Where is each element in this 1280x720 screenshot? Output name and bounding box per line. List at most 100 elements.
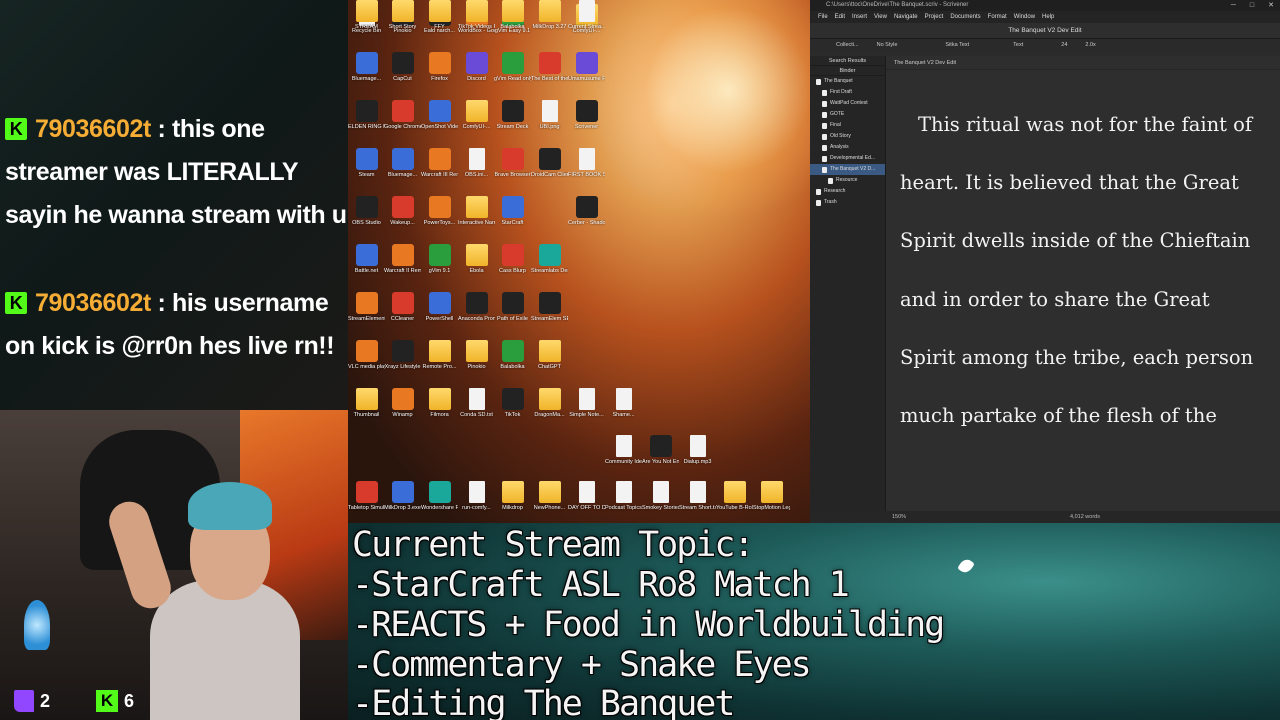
desktop-icon[interactable]: PowerShell <box>421 292 458 323</box>
desktop-icon[interactable]: Pinokio <box>458 340 495 371</box>
binder-item[interactable]: GOTE <box>810 109 885 120</box>
desktop-icon[interactable]: StopMotion Legge <box>753 481 790 512</box>
menu-item-project[interactable]: Project <box>925 11 944 23</box>
desktop-icon[interactable]: OBS.ini... <box>458 148 495 179</box>
desktop-icon[interactable]: UBI.png <box>531 100 568 131</box>
desktop-icon[interactable]: Discord <box>458 52 495 83</box>
close-icon[interactable]: ✕ <box>1268 0 1274 11</box>
font-select[interactable]: Sitka Text <box>945 39 969 51</box>
desktop-icon[interactable]: Remote Pro... <box>421 340 458 371</box>
binder-item[interactable]: The Banquet <box>810 76 885 87</box>
desktop-icon[interactable]: CCleaner <box>384 292 421 323</box>
desktop-icon[interactable]: TikTok Videos Files TikTok <box>458 0 495 31</box>
binder-item[interactable]: First Draft <box>810 87 885 98</box>
desktop-icon[interactable]: Winamp <box>384 388 421 419</box>
desktop-icon[interactable]: StreamElements <box>348 292 385 323</box>
menu-item-view[interactable]: View <box>874 11 887 23</box>
desktop-icon[interactable]: Path of Exile <box>494 292 531 323</box>
desktop-icon[interactable]: Current Strea... <box>568 0 605 31</box>
binder-item[interactable]: Old Story <box>810 131 885 142</box>
menu-item-insert[interactable]: Insert <box>852 11 867 23</box>
desktop-icon[interactable]: Tabletop Simulator <box>348 481 385 512</box>
desktop-icon[interactable]: CapCut <box>384 52 421 83</box>
desktop-icon[interactable]: gVim Read only 9.1 <box>494 52 531 83</box>
desktop-icon[interactable]: Cass Blurp <box>494 244 531 275</box>
desktop-icon[interactable]: Steam <box>348 148 385 179</box>
desktop-icon[interactable]: Umamusume Pretty Derby <box>568 52 605 83</box>
editor-pane[interactable]: The Banquet V2 Dev Edit This ritual was … <box>886 56 1280 511</box>
desktop-icon[interactable]: The Best of the Beast <box>531 52 568 83</box>
desktop-icon[interactable]: OBS Studio <box>348 196 385 227</box>
desktop-icon[interactable]: Warcraft III Remastered <box>421 148 458 179</box>
binder-item[interactable]: WattPad Contest <box>810 98 885 109</box>
desktop-icon[interactable]: PowerToys... <box>421 196 458 227</box>
desktop-icon[interactable]: Streamlabs Desktop <box>531 244 568 275</box>
desktop-icon[interactable]: Are You Not Entertaine... <box>642 435 679 466</box>
menu-item-format[interactable]: Format <box>988 11 1007 23</box>
desktop-icon[interactable]: FFY <box>421 0 458 31</box>
desktop-icon[interactable]: Smokey Stories.txt <box>642 481 679 512</box>
binder-header[interactable]: Binder <box>810 66 885 76</box>
desktop-icon[interactable]: Bluemage... <box>384 148 421 179</box>
menu-item-help[interactable]: Help <box>1042 11 1054 23</box>
desktop-icon[interactable]: ELDEN RING NIGHTREIGN <box>348 100 385 131</box>
search-results-tab[interactable]: Search Results <box>810 56 885 66</box>
zoom-level[interactable]: 150% <box>892 511 906 523</box>
desktop-icon[interactable]: DAY OFF TO DO LIST.txt <box>568 481 605 512</box>
desktop-icon[interactable]: Warcraft II Remastered <box>384 244 421 275</box>
desktop-icon[interactable]: StarCraft <box>494 196 531 227</box>
desktop-icon[interactable]: MilkDrop 3.27 <box>531 0 568 31</box>
desktop-icon[interactable]: Scrivener <box>568 100 605 131</box>
manuscript-text[interactable]: This ritual was not for the faint of hea… <box>900 96 1270 445</box>
desktop-icon[interactable]: gVim 9.1 <box>421 244 458 275</box>
minimize-icon[interactable]: ─ <box>1231 0 1236 11</box>
menu-item-navigate[interactable]: Navigate <box>894 11 918 23</box>
maximize-icon[interactable]: □ <box>1250 0 1254 11</box>
desktop-icon[interactable]: Anaconda Prompt (2) <box>458 292 495 323</box>
desktop-icon[interactable]: Brave Browser <box>494 148 531 179</box>
desktop-icon[interactable]: Stream Short.txt <box>679 481 716 512</box>
desktop-icon[interactable]: Podcast Topics.txt <box>605 481 642 512</box>
breadcrumb[interactable]: The Banquet V2 Dev Edit <box>886 56 1280 70</box>
desktop-icon[interactable]: Battle.net <box>348 244 385 275</box>
binder-item[interactable]: Research <box>810 186 885 197</box>
desktop-icon[interactable]: Google Chrome <box>384 100 421 131</box>
style-select[interactable]: No Style <box>877 39 898 51</box>
desktop-icon[interactable]: Dialup.mp3 <box>679 435 716 466</box>
desktop-icon[interactable]: ChatGPT <box>531 340 568 371</box>
line-spacing-select[interactable]: 2.0x <box>1085 39 1095 51</box>
desktop-icon[interactable]: Filmora <box>421 388 458 419</box>
desktop-icon[interactable]: STREAM <box>348 0 385 31</box>
desktop-icon[interactable]: StreamElem SE.Live <box>531 292 568 323</box>
desktop-icon[interactable]: OpenShot Video Editor <box>421 100 458 131</box>
desktop-icon[interactable]: TikTok <box>494 388 531 419</box>
desktop-icon[interactable]: run-comfy... <box>458 481 495 512</box>
binder-item[interactable]: Final <box>810 120 885 131</box>
binder-item[interactable]: Analysis <box>810 142 885 153</box>
desktop-icon[interactable]: Conda SD.txt <box>458 388 495 419</box>
desktop-icon[interactable]: ComfyUI-... <box>458 100 495 131</box>
desktop-icon[interactable]: MilkDrop 3.exe <box>384 481 421 512</box>
desktop-icon[interactable]: Balabolka <box>494 340 531 371</box>
desktop-icon[interactable]: DragonMa... <box>531 388 568 419</box>
menu-item-window[interactable]: Window <box>1014 11 1035 23</box>
desktop-icon[interactable]: Cerber - Shadows O... <box>568 196 605 227</box>
binder-item[interactable]: The Banquet V2 D... <box>810 164 885 175</box>
binder-item[interactable]: Resource <box>810 175 885 186</box>
binder-item[interactable]: Developmental Ed... <box>810 153 885 164</box>
desktop-icon[interactable]: Stream Deck <box>494 100 531 131</box>
desktop-icon[interactable]: Milkdrop <box>494 481 531 512</box>
desktop-icon[interactable]: Balabolka <box>494 0 531 31</box>
variant-select[interactable]: Text <box>1013 39 1023 51</box>
desktop-icon[interactable]: Xrayz Lifestyle <box>384 340 421 371</box>
desktop-icon[interactable]: Bluemage... <box>348 52 385 83</box>
desktop-icon[interactable]: Firefox <box>421 52 458 83</box>
font-size-select[interactable]: 24 <box>1061 39 1067 51</box>
desktop-icon[interactable]: Wondershare Filmora 14 <box>421 481 458 512</box>
desktop-icon[interactable]: Ebola <box>458 244 495 275</box>
desktop-icon[interactable]: Thumbnail <box>348 388 385 419</box>
collection-tab[interactable]: Collecti... <box>836 39 859 51</box>
desktop-icon[interactable]: VLC media player <box>348 340 385 371</box>
desktop-icon[interactable]: Simple Note... <box>568 388 605 419</box>
menu-item-documents[interactable]: Documents <box>950 11 980 23</box>
